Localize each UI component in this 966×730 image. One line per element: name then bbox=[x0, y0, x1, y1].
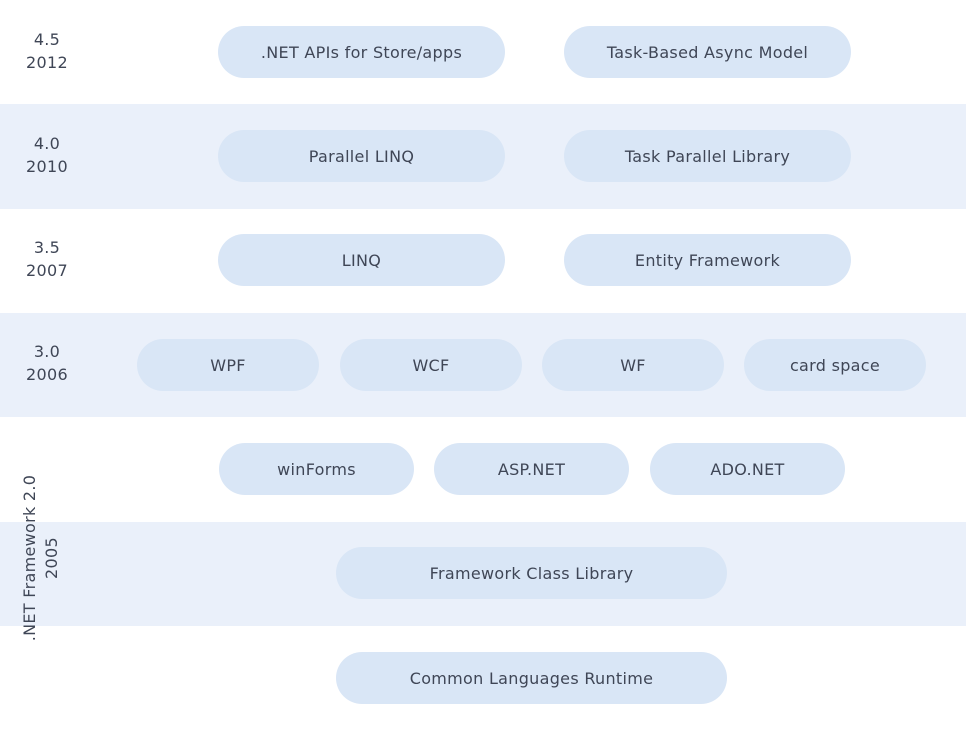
feature-pill-common-language-runtime: Common Languages Runtime bbox=[336, 652, 727, 704]
feature-pill-parallel-linq: Parallel LINQ bbox=[218, 130, 505, 182]
version-number: 4.0 bbox=[33, 134, 61, 153]
base-framework-label: .NET Framework 2.0 2005 bbox=[18, 455, 64, 660]
feature-pill-task-async: Task-Based Async Model bbox=[564, 26, 851, 78]
feature-pill-ado-net: ADO.NET bbox=[650, 443, 845, 495]
feature-pill-tpl: Task Parallel Library bbox=[564, 130, 851, 182]
version-number: 3.0 bbox=[33, 342, 61, 361]
feature-pill-wcf: WCF bbox=[340, 339, 522, 391]
version-label-4-5: 4.5 2012 bbox=[0, 28, 94, 74]
feature-pill-framework-class-library: Framework Class Library bbox=[336, 547, 727, 599]
feature-pill-wpf: WPF bbox=[137, 339, 319, 391]
version-year: 2006 bbox=[26, 365, 68, 384]
version-label-3-5: 3.5 2007 bbox=[0, 236, 94, 282]
version-year: 2010 bbox=[26, 157, 68, 176]
base-framework-year: 2005 bbox=[42, 536, 61, 579]
version-number: 4.5 bbox=[33, 30, 61, 49]
version-number: 3.5 bbox=[33, 238, 61, 257]
version-year: 2007 bbox=[26, 261, 68, 280]
feature-pill-wf: WF bbox=[542, 339, 724, 391]
feature-pill-net-apis-store: .NET APIs for Store/apps bbox=[218, 26, 505, 78]
feature-pill-entity-framework: Entity Framework bbox=[564, 234, 851, 286]
base-framework-name: .NET Framework 2.0 bbox=[20, 474, 39, 641]
version-year: 2012 bbox=[26, 53, 68, 72]
version-label-3-0: 3.0 2006 bbox=[0, 340, 94, 386]
feature-pill-winforms: winForms bbox=[219, 443, 414, 495]
feature-pill-asp-net: ASP.NET bbox=[434, 443, 629, 495]
feature-pill-card-space: card space bbox=[744, 339, 926, 391]
version-label-4-0: 4.0 2010 bbox=[0, 132, 94, 178]
feature-pill-linq: LINQ bbox=[218, 234, 505, 286]
